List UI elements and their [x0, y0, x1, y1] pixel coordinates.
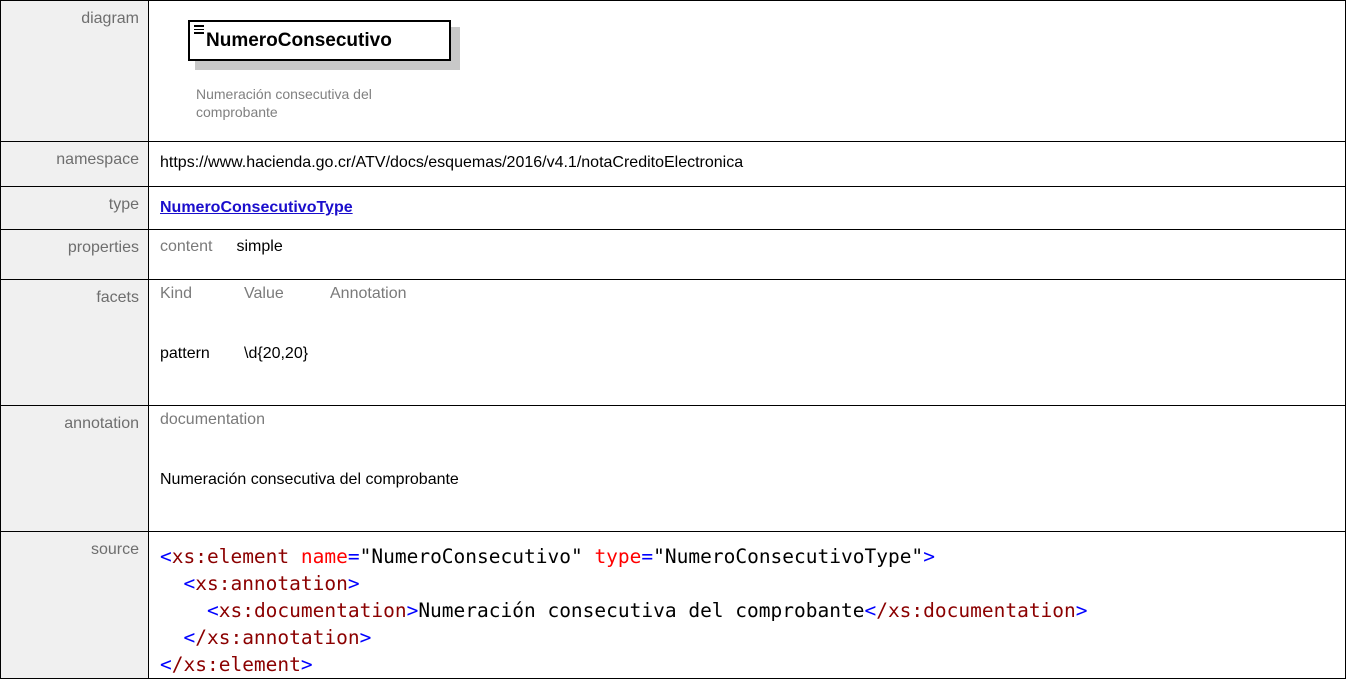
element-box[interactable]: NumeroConsecutivo — [188, 20, 451, 61]
properties-row: properties content simple — [0, 229, 1346, 280]
annotation-value: Numeración consecutiva del comprobante — [160, 471, 459, 488]
annotation-header: documentation — [160, 411, 265, 428]
source-label: source — [0, 531, 149, 679]
element-name: NumeroConsecutivo — [206, 30, 392, 51]
property-key: content — [160, 238, 213, 255]
facets-label: facets — [0, 279, 149, 406]
src-tag-annotation: xs:annotation — [195, 572, 348, 595]
src-attr-name: name — [300, 545, 348, 568]
facet-header-value: Value — [244, 285, 284, 302]
annotation-cell: documentation Numeración consecutiva del… — [148, 405, 1346, 532]
src-tag-element: xs:element — [171, 545, 290, 568]
diagram-cell: NumeroConsecutivo Numeración consecutiva… — [148, 0, 1346, 142]
element-documentation: Numeración consecutiva del comprobante — [196, 86, 372, 120]
facet-header-annotation: Annotation — [330, 285, 407, 302]
namespace-value: https://www.hacienda.go.cr/ATV/docs/esqu… — [148, 141, 1346, 187]
src-attr-name-value: "NumeroConsecutivo" — [359, 545, 583, 568]
type-link[interactable]: NumeroConsecutivoType — [160, 199, 353, 216]
namespace-row: namespace https://www.hacienda.go.cr/ATV… — [0, 141, 1346, 187]
source-row: source <xs:element name="NumeroConsecuti… — [0, 531, 1346, 679]
type-label: type — [0, 186, 149, 230]
properties-cell: content simple — [148, 229, 1346, 280]
facet-value: \d{20,20} — [244, 345, 309, 362]
annotation-label: annotation — [0, 405, 149, 532]
element-diagram: NumeroConsecutivo Numeración consecutiva… — [160, 9, 1334, 139]
properties-table: content simple — [160, 238, 283, 279]
facets-table: Kind Value Annotation pattern \d{20,20} — [160, 285, 407, 405]
src-attr-type-value: "NumeroConsecutivoType" — [653, 545, 924, 568]
source-code: <xs:element name="NumeroConsecutivo" typ… — [160, 545, 1088, 676]
property-value: simple — [236, 238, 283, 255]
properties-label: properties — [0, 229, 149, 280]
namespace-label: namespace — [0, 141, 149, 187]
facets-cell: Kind Value Annotation pattern \d{20,20} — [148, 279, 1346, 406]
lines-icon — [194, 25, 204, 36]
facets-row: facets Kind Value Annotation pattern \d{… — [0, 279, 1346, 406]
facet-header-kind: Kind — [160, 285, 193, 302]
source-cell: <xs:element name="NumeroConsecutivo" typ… — [148, 531, 1346, 679]
diagram-row: diagram NumeroConsecutivo Numeración con… — [0, 0, 1346, 142]
src-tag-element-close: /xs:element — [171, 653, 301, 676]
src-tag-documentation: xs:documentation — [218, 599, 407, 622]
annotation-row: annotation documentation Numeración cons… — [0, 405, 1346, 532]
src-tag-annotation-close: /xs:annotation — [195, 626, 360, 649]
facet-kind: pattern — [160, 345, 210, 362]
diagram-label: diagram — [0, 0, 149, 142]
schema-doc-table: diagram NumeroConsecutivo Numeración con… — [0, 0, 1346, 679]
type-cell: NumeroConsecutivoType — [148, 186, 1346, 230]
src-tag-documentation-close: /xs:documentation — [876, 599, 1076, 622]
src-attr-type: type — [594, 545, 642, 568]
type-row: type NumeroConsecutivoType — [0, 186, 1346, 230]
annotation-table: documentation Numeración consecutiva del… — [160, 411, 459, 531]
src-documentation-text: Numeración consecutiva del comprobante — [418, 599, 865, 622]
